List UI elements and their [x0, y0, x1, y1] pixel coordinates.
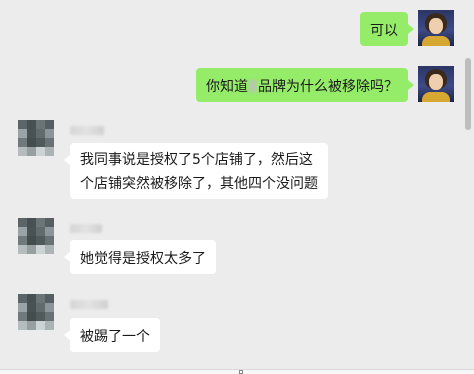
- avatar-shirt: [422, 92, 450, 102]
- message-text-part: 你知道: [206, 79, 248, 95]
- avatar-self[interactable]: [418, 66, 454, 102]
- message-text: 被踢了一个: [80, 329, 150, 345]
- redacted-text: [249, 80, 257, 92]
- avatar-other[interactable]: [18, 120, 54, 156]
- resize-handle[interactable]: [239, 370, 243, 374]
- scrollbar-thumb[interactable]: [465, 58, 471, 130]
- avatar-pixelation: [27, 303, 45, 321]
- avatar-shirt: [422, 36, 450, 46]
- avatar-pixelation: [27, 227, 45, 245]
- message-text: 她觉得是授权太多了: [80, 251, 206, 267]
- message-text-part: 品牌为什么被移除吗？: [258, 79, 398, 95]
- message-bubble-self[interactable]: 你知道 品牌为什么被移除吗？: [196, 68, 414, 102]
- message-bubble-other[interactable]: 她觉得是授权太多了: [64, 240, 216, 274]
- chat-window: 可以 你知道 品牌为什么被移除吗？ 我同事说是授权了5个店铺了，然后这 个店铺突然…: [0, 0, 474, 374]
- message-text-line: 我同事说是授权了5个店铺了，然后这: [80, 152, 313, 168]
- sender-name-blurred: [70, 224, 102, 233]
- avatar-self[interactable]: [418, 10, 454, 46]
- message-bubble-other[interactable]: 我同事说是授权了5个店铺了，然后这 个店铺突然被移除了，其他四个没问题: [64, 143, 328, 199]
- input-area-divider[interactable]: [0, 369, 474, 374]
- message-text: 可以: [370, 23, 398, 39]
- message-text-line: 个店铺突然被移除了，其他四个没问题: [80, 176, 318, 192]
- sender-name-blurred: [70, 126, 104, 135]
- sender-name-blurred: [70, 300, 108, 309]
- avatar-pixelation: [27, 129, 45, 147]
- avatar-other[interactable]: [18, 294, 54, 330]
- message-bubble-self[interactable]: 可以: [360, 12, 414, 46]
- avatar-other[interactable]: [18, 218, 54, 254]
- scrollbar-track[interactable]: [462, 0, 474, 374]
- message-bubble-other[interactable]: 被踢了一个: [64, 318, 160, 352]
